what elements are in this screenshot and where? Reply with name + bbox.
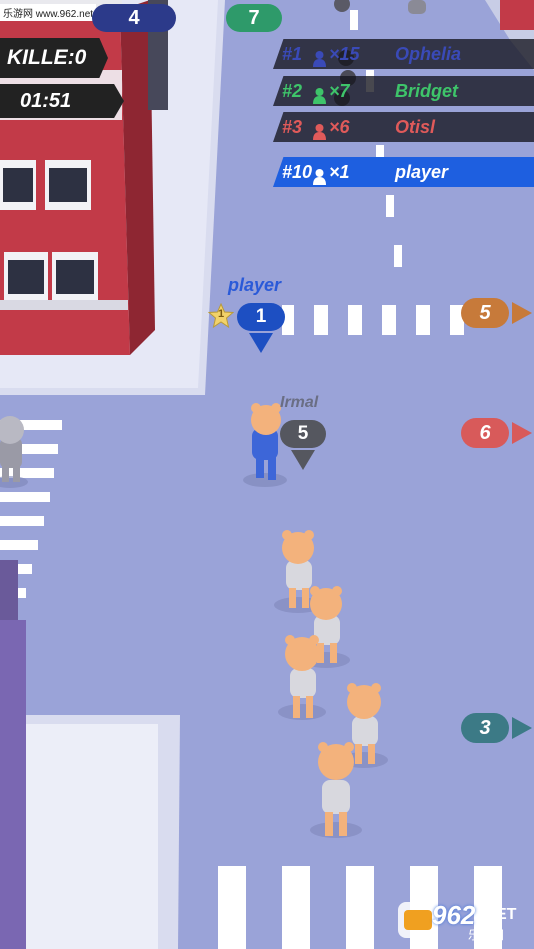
count-label: ×6 xyxy=(329,117,350,137)
site-logo: 962 .NET 乐游网 xyxy=(398,898,528,944)
name-label: player xyxy=(395,162,449,182)
arrow-right-icon xyxy=(512,302,532,324)
rank-label: #10 xyxy=(282,162,313,182)
star-icon: 1 xyxy=(207,302,235,329)
arrow-right-icon xyxy=(512,422,532,444)
chip-value: 7 xyxy=(248,7,260,29)
leaderboard-row: #3 ×6 Otisl xyxy=(273,112,534,142)
kill-counter: KILLE:0 xyxy=(0,38,108,78)
chip-value: 4 xyxy=(128,7,140,29)
enemy-count-bubble: 5 xyxy=(280,420,326,448)
game-screen[interactable]: 乐游网 www.962.net 4 7 KILLE:0 01:51 #1 ×15… xyxy=(0,0,534,949)
arrow-right-icon xyxy=(512,717,532,739)
star-rank: 1 xyxy=(217,308,225,320)
count-label: ×1 xyxy=(329,162,350,182)
city-street-scene xyxy=(0,0,534,949)
enemy-pointer-icon xyxy=(291,450,315,470)
logo-suffix-text: .NET xyxy=(480,906,517,923)
offscreen-indicator: 6 xyxy=(461,418,509,448)
name-label: Bridget xyxy=(395,81,458,101)
person-icon xyxy=(313,164,326,185)
rank-label: #2 xyxy=(282,81,303,101)
rank-label: #1 xyxy=(282,44,303,64)
player-name-tag: player xyxy=(228,275,282,295)
offscreen-indicator: 5 xyxy=(461,298,509,328)
name-label: Otisl xyxy=(395,117,436,137)
player-count-bubble: 1 xyxy=(237,303,285,331)
match-timer: 01:51 xyxy=(0,84,124,118)
player-pointer-icon xyxy=(249,333,273,353)
count-label: ×15 xyxy=(329,44,360,64)
enemy-name-tag: Irmal xyxy=(280,394,319,411)
watermark-text: 乐游网 www.962.net xyxy=(0,4,97,21)
logo-cn-text: 乐游网 xyxy=(468,928,505,942)
leaderboard-row-player: #10 ×1 player xyxy=(273,157,534,187)
leaderboard-row: #2 ×7 Bridget xyxy=(273,76,534,106)
rank-label: #3 xyxy=(282,117,303,137)
person-icon xyxy=(313,46,326,67)
count-label: ×7 xyxy=(329,81,350,101)
top-count-chip-7: 7 xyxy=(226,4,282,32)
top-count-chip-4: 4 xyxy=(92,4,176,32)
person-icon xyxy=(313,83,326,104)
name-label: Ophelia xyxy=(395,44,462,64)
offscreen-indicator: 3 xyxy=(461,713,509,743)
person-icon xyxy=(313,119,326,140)
leaderboard-row: #1 ×15 Ophelia xyxy=(273,39,534,69)
